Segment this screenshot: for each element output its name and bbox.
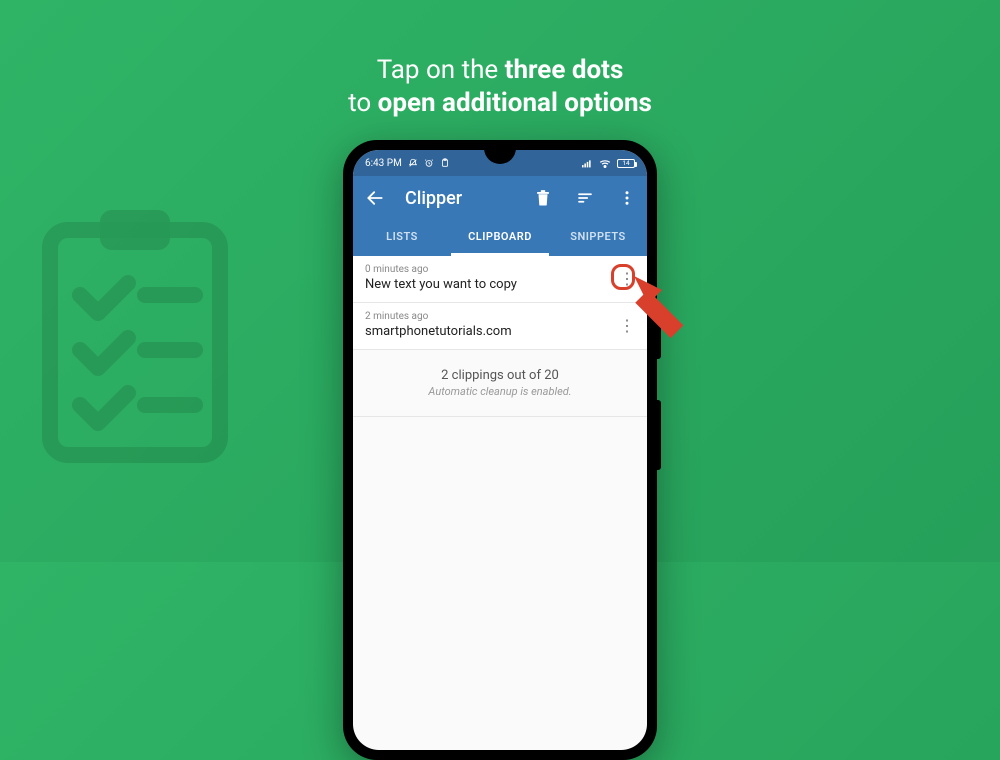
clipboard-icon: [440, 158, 450, 168]
instruction-text: Tap on the three dots to open additional…: [348, 54, 652, 119]
phone-screen: 6:43 PM 14: [353, 150, 647, 750]
clipping-time: 0 minutes ago: [365, 264, 607, 275]
summary-note: Automatic cleanup is enabled.: [363, 385, 637, 398]
clipping-text: New text you want to copy: [365, 277, 607, 292]
clipboard-illustration: [30, 200, 240, 470]
tab-lists[interactable]: LISTS: [353, 220, 451, 256]
dnd-icon: [408, 158, 418, 168]
alarm-icon: [424, 158, 434, 168]
overflow-menu-button[interactable]: [615, 189, 639, 207]
delete-button[interactable]: [531, 189, 555, 207]
wifi-icon: [599, 159, 611, 168]
phone-frame: 6:43 PM 14: [343, 140, 657, 760]
signal-icon: [582, 159, 593, 168]
sort-button[interactable]: [573, 189, 597, 207]
clipping-time: 2 minutes ago: [365, 311, 607, 322]
summary-block: 2 clippings out of 20 Automatic cleanup …: [353, 350, 647, 417]
clipping-item[interactable]: 2 minutes ago smartphonetutorials.com ⋮: [353, 303, 647, 350]
status-time: 6:43 PM: [365, 158, 402, 169]
clipping-item[interactable]: 0 minutes ago New text you want to copy …: [353, 256, 647, 303]
back-button[interactable]: [363, 188, 387, 208]
app-bar: Clipper: [353, 176, 647, 220]
tab-clipboard[interactable]: CLIPBOARD: [451, 220, 549, 256]
tab-snippets[interactable]: SNIPPETS: [549, 220, 647, 256]
app-title: Clipper: [405, 188, 513, 209]
clipping-text: smartphonetutorials.com: [365, 324, 607, 339]
summary-count: 2 clippings out of 20: [363, 368, 637, 383]
more-options-button[interactable]: ⋮: [615, 314, 639, 338]
battery-icon: 14: [617, 159, 635, 168]
more-options-button[interactable]: ⋮: [615, 267, 639, 291]
tab-bar: LISTS CLIPBOARD SNIPPETS: [353, 220, 647, 256]
